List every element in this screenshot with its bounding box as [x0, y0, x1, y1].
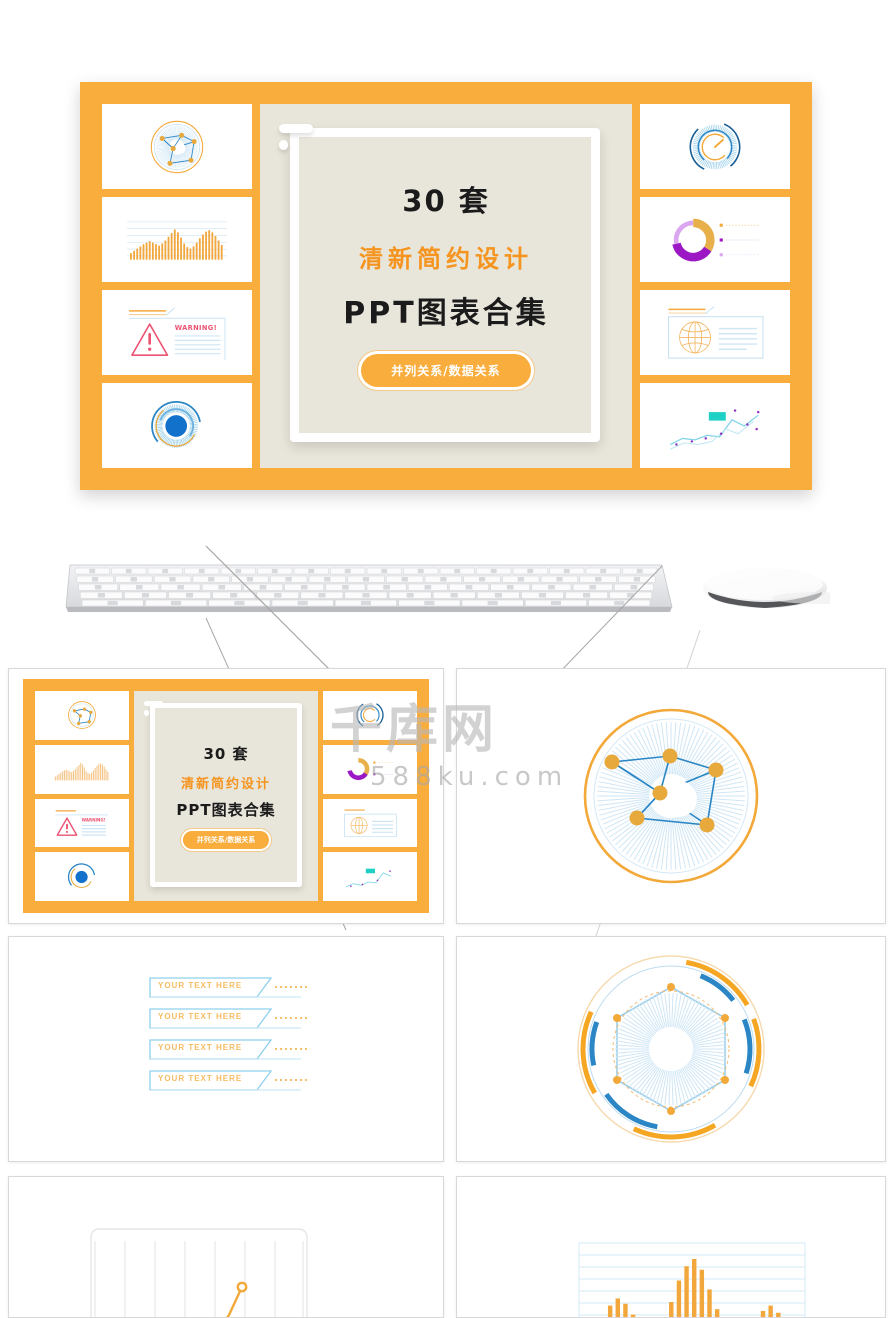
mini-title-main: PPT图表合集 — [134, 799, 318, 820]
mini-thumb-concentric[interactable] — [35, 852, 129, 901]
hero-category-pill[interactable]: 并列关系/数据关系 — [361, 354, 530, 387]
mouse-mockup — [700, 560, 830, 615]
banner-item[interactable]: YOUR TEXT HERE — [149, 1008, 329, 1029]
gauge-dial-icon — [676, 112, 754, 182]
thumb-gauge-dial-chart[interactable] — [640, 104, 790, 189]
thumb-warning-notice-card[interactable]: WARNING! — [102, 290, 252, 375]
warning-notice-icon: WARNING! — [121, 302, 233, 364]
slide-radar-network[interactable] — [456, 668, 886, 924]
hero-preview-frame: WARNING! — [80, 82, 812, 490]
screenshot-root: WARNING! — [0, 0, 892, 1300]
hexagon-radar-chart — [566, 946, 776, 1152]
banner-label: YOUR TEXT HERE — [158, 1074, 242, 1083]
hero-title-subtitle: 清新简约设计 — [300, 239, 592, 274]
mini-thumb-radar-network[interactable] — [35, 691, 129, 740]
mini-title-card: 30 套 清新简约设计 PPT图表合集 并列关系/数据关系 — [134, 691, 318, 901]
thumb-radar-network-chart[interactable] — [102, 104, 252, 189]
scatter-line-icon — [661, 398, 769, 454]
banner-label: YOUR TEXT HERE — [158, 1043, 242, 1052]
thumb-donut-legend-chart[interactable] — [640, 197, 790, 282]
mini-category-pill[interactable]: 并列关系/数据关系 — [183, 831, 270, 849]
thumb-globe-text-card[interactable] — [640, 290, 790, 375]
mini-decor-tick-short — [144, 710, 149, 716]
decor-tick-long — [279, 124, 313, 133]
mini-thumb-globe[interactable] — [323, 799, 417, 848]
slide-hexagon-radar[interactable] — [456, 936, 886, 1162]
mini-thumb-donut[interactable] — [323, 745, 417, 794]
banner-label: YOUR TEXT HERE — [158, 1012, 242, 1021]
mini-thumb-scatter-line[interactable] — [323, 852, 417, 901]
slide-line-trend[interactable] — [8, 1176, 444, 1318]
mini-thumb-area-chart[interactable] — [35, 745, 129, 794]
mini-left-column: WARNING! — [35, 691, 129, 901]
svg-text:WARNING!: WARNING! — [82, 817, 106, 822]
hero-title-card: 30 套 清新简约设计 PPT图表合集 并列关系/数据关系 — [260, 104, 632, 468]
donut-legend-icon — [660, 212, 770, 268]
decor-tick-short — [279, 140, 288, 150]
banner-item[interactable]: YOUR TEXT HERE — [149, 1070, 329, 1091]
keyboard-mockup — [64, 555, 674, 620]
banner-item[interactable]: YOUR TEXT HERE — [149, 977, 329, 998]
thumb-area-bar-chart[interactable] — [102, 197, 252, 282]
banner-list: YOUR TEXT HERE YOUR TEXT HERE YOUR TEXT HE… — [149, 977, 329, 1101]
warning-label: WARNING! — [175, 324, 217, 332]
hero-left-thumbnail-column: WARNING! — [102, 104, 252, 468]
banner-item[interactable]: YOUR TEXT HERE — [149, 1039, 329, 1060]
thumb-concentric-circle-chart[interactable] — [102, 383, 252, 468]
mini-decor-tick-long — [144, 701, 163, 706]
radar-network-icon — [137, 112, 217, 182]
banner-label: YOUR TEXT HERE — [158, 981, 242, 990]
area-bar-chart-icon — [124, 215, 230, 265]
mini-thumb-gauge[interactable] — [323, 691, 417, 740]
mini-right-column — [323, 691, 417, 901]
globe-text-icon — [659, 302, 771, 364]
mini-hero-frame: WARNING! — [23, 679, 429, 913]
radar-network-chart — [546, 686, 796, 906]
bar-waveform-chart — [577, 1239, 807, 1318]
slide-cover[interactable]: WARNING! — [8, 668, 444, 924]
concentric-circle-icon — [138, 389, 216, 463]
hero-title-count: 30 套 — [300, 185, 592, 218]
mini-thumb-warning[interactable]: WARNING! — [35, 799, 129, 848]
slide-bar-waveform[interactable] — [456, 1176, 886, 1318]
mini-title-count: 30 套 — [134, 743, 318, 764]
hero-right-thumbnail-column — [640, 104, 790, 468]
slide-text-banners[interactable]: YOUR TEXT HERE YOUR TEXT HERE YOUR TEXT HE… — [8, 936, 444, 1162]
thumb-scatter-line-chart[interactable] — [640, 383, 790, 468]
line-trend-chart — [89, 1227, 309, 1318]
mini-title-subtitle: 清新简约设计 — [134, 773, 318, 792]
hero-title-main: PPT图表合集 — [300, 288, 592, 332]
